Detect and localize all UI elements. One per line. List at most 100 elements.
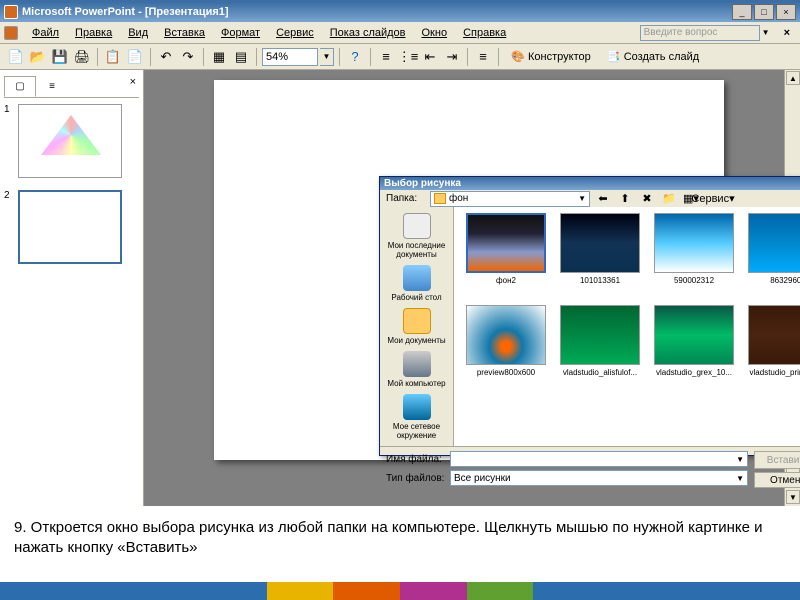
outdent-icon[interactable]: ⇤	[420, 47, 440, 67]
paste-icon[interactable]: 📄	[125, 47, 145, 67]
close-panel-button[interactable]: ×	[127, 76, 139, 97]
menu-format[interactable]: Формат	[213, 25, 268, 41]
place-mydocs[interactable]: Мои документы	[382, 306, 451, 347]
designer-button[interactable]: 🎨Конструктор	[504, 47, 598, 67]
table-icon[interactable]: ▦	[209, 47, 229, 67]
places-bar: Мои последние документы Рабочий стол Мои…	[380, 207, 454, 446]
place-mycomputer[interactable]: Мой компьютер	[382, 349, 451, 390]
menu-window[interactable]: Окно	[414, 25, 456, 41]
file-name: vladstudio_primitive...	[746, 368, 800, 377]
file-thumbnail	[748, 305, 800, 365]
app-icon	[4, 5, 18, 19]
file-item[interactable]: 590002312	[648, 213, 740, 303]
dialog-title: Выбор рисунка	[384, 178, 461, 189]
close-button[interactable]: ×	[776, 4, 796, 20]
dropdown-icon[interactable]: ▼	[762, 28, 770, 37]
menu-edit[interactable]: Правка	[67, 25, 120, 41]
file-name: 86329603	[746, 276, 800, 285]
doc-icon	[4, 26, 18, 40]
file-item[interactable]: vladstudio_primitive...	[742, 305, 800, 395]
menu-help[interactable]: Справка	[455, 25, 514, 41]
menu-view[interactable]: Вид	[120, 25, 156, 41]
scroll-up-icon[interactable]: ▲	[786, 71, 800, 85]
file-item[interactable]: vladstudio_grex_10...	[648, 305, 740, 395]
file-item[interactable]: 86329603	[742, 213, 800, 303]
slide-number: 2	[4, 190, 12, 201]
dialog-titlebar[interactable]: Выбор рисунка ×	[380, 177, 800, 190]
zoom-input[interactable]: 54%	[262, 48, 318, 66]
file-item[interactable]: vladstudio_alisfulof...	[554, 305, 646, 395]
designer-icon: 🎨	[511, 50, 525, 64]
tab-slides[interactable]: ▢	[4, 76, 36, 97]
folder-label: Папка:	[386, 193, 426, 204]
numbering-icon[interactable]: ⋮≡	[398, 47, 418, 67]
new-slide-button[interactable]: 📑Создать слайд	[600, 47, 706, 67]
zoom-dropdown-icon[interactable]: ▼	[320, 48, 334, 66]
scroll-down-icon[interactable]: ▼	[786, 490, 800, 504]
file-item[interactable]: 101013361	[554, 213, 646, 303]
folder-icon	[434, 193, 446, 204]
bullets-icon[interactable]: ≡	[376, 47, 396, 67]
new-folder-icon[interactable]: 📁	[660, 190, 678, 207]
file-thumbnail	[654, 213, 734, 273]
tools-dropdown[interactable]: Сервис▾	[704, 190, 722, 207]
delete-icon[interactable]: ✖	[638, 190, 656, 207]
instruction-caption: 9. Откроется окно выбора рисунка из любо…	[0, 510, 800, 582]
indent-icon[interactable]: ⇥	[442, 47, 462, 67]
grid-icon[interactable]: ▤	[231, 47, 251, 67]
open-icon[interactable]: 📂	[28, 47, 48, 67]
filetype-label: Тип файлов:	[386, 473, 446, 484]
align-icon[interactable]: ≡	[473, 47, 493, 67]
file-name: vladstudio_grex_10...	[652, 368, 736, 377]
cancel-button[interactable]: Отмена	[754, 472, 800, 488]
file-item[interactable]: фон2	[460, 213, 552, 303]
menu-tools[interactable]: Сервис	[268, 25, 322, 41]
menu-insert[interactable]: Вставка	[156, 25, 213, 41]
file-thumbnail	[466, 213, 546, 273]
new-icon[interactable]: 📄	[6, 47, 26, 67]
menu-bar: Файл Правка Вид Вставка Формат Сервис По…	[0, 22, 800, 44]
help-icon[interactable]: ?	[345, 47, 365, 67]
menu-file[interactable]: Файл	[24, 25, 67, 41]
file-thumbnail	[466, 305, 546, 365]
menu-slideshow[interactable]: Показ слайдов	[322, 25, 414, 41]
back-icon[interactable]: ⬅	[594, 190, 612, 207]
folder-combo[interactable]: фон▼	[430, 191, 590, 207]
file-thumbnail	[654, 305, 734, 365]
place-desktop[interactable]: Рабочий стол	[382, 263, 451, 304]
new-slide-icon: 📑	[607, 50, 621, 64]
close-doc-button[interactable]: ×	[778, 27, 796, 39]
up-icon[interactable]: ⬆	[616, 190, 634, 207]
tab-outline[interactable]: ≡	[36, 76, 68, 97]
file-name: фон2	[464, 276, 548, 285]
place-recent[interactable]: Мои последние документы	[382, 211, 451, 261]
computer-icon	[403, 351, 431, 377]
file-item[interactable]: preview800x600	[460, 305, 552, 395]
slide-thumb-2[interactable]: 2	[4, 190, 139, 264]
insert-button[interactable]: Вставить	[754, 451, 800, 469]
restore-button[interactable]: □	[754, 4, 774, 20]
slide-edit-area: ▲ ⯅ ≡ ⯆ ▼ Выбор рисунка × Папка: фон▼ ⬅ …	[144, 70, 800, 506]
copy-icon[interactable]: 📋	[103, 47, 123, 67]
network-icon	[403, 394, 431, 420]
mydocs-icon	[403, 308, 431, 334]
print-icon[interactable]: 🖨	[72, 47, 92, 67]
minimize-button[interactable]: _	[732, 4, 752, 20]
main-toolbar: 📄 📂 💾 🖨 📋 📄 ↶ ↷ ▦ ▤ 54% ▼ ? ≡ ⋮≡ ⇤ ⇥ ≡ 🎨…	[0, 44, 800, 70]
slide-thumb-1[interactable]: 1	[4, 104, 139, 178]
content-area: ▢ ≡ × 1 2 ▲ ⯅ ≡ ⯆ ▼ Выбор рисунка	[0, 70, 800, 506]
redo-icon[interactable]: ↷	[178, 47, 198, 67]
slide-number: 1	[4, 104, 12, 115]
slide-panel: ▢ ≡ × 1 2	[0, 70, 144, 506]
desktop-icon	[403, 265, 431, 291]
help-search-input[interactable]: Введите вопрос	[640, 25, 760, 41]
file-name: 590002312	[652, 276, 736, 285]
place-network[interactable]: Мое сетевое окружение	[382, 392, 451, 442]
rainbow-footer	[0, 582, 800, 600]
undo-icon[interactable]: ↶	[156, 47, 176, 67]
filename-input[interactable]: ▼	[450, 451, 748, 467]
window-titlebar: Microsoft PowerPoint - [Презентация1] _ …	[0, 0, 800, 22]
file-thumbnail	[560, 213, 640, 273]
filetype-combo[interactable]: Все рисунки▼	[450, 470, 748, 486]
save-icon[interactable]: 💾	[50, 47, 70, 67]
